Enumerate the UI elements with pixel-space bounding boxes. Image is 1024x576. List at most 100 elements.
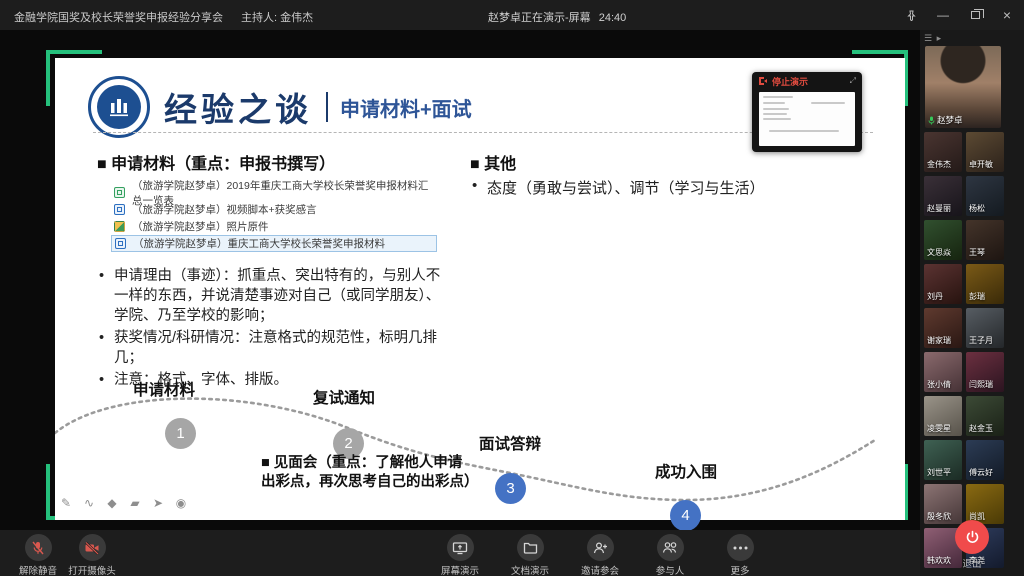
share-preview-thumbnail: [759, 92, 855, 146]
participant-name: 傅云好: [969, 467, 993, 478]
participant-name: 文思焱: [927, 247, 951, 258]
slide-header: 经验之谈 申请材料+面试: [88, 76, 472, 138]
participant-name: 王子月: [969, 335, 993, 346]
mic-off-icon: [25, 534, 52, 561]
stop-share-icon: [758, 76, 768, 86]
participant-video-tile[interactable]: 王琴: [966, 220, 1004, 260]
toolbar-button-label: 参与人: [656, 563, 685, 576]
participant-video-tile[interactable]: 杨松: [966, 176, 1004, 216]
file-list: （旅游学院赵梦卓）2019年重庆工商大学校长荣誉奖申报材料汇总一览表（旅游学院赵…: [111, 184, 437, 252]
toolbar-button-label: 邀请参会: [581, 563, 619, 576]
leave-meeting-button[interactable]: [955, 520, 989, 554]
stop-share-button[interactable]: 停止演示: [772, 75, 808, 88]
toolbar-button-label: 打开摄像头: [68, 563, 116, 576]
file-list-item[interactable]: （旅游学院赵梦卓）照片原件: [111, 218, 437, 235]
restore-button[interactable]: [966, 6, 984, 24]
participant-video-tile[interactable]: 王子月: [966, 308, 1004, 348]
file-name: （旅游学院赵梦卓）视频脚本+获奖感言: [132, 202, 317, 217]
timeline-step-label: 面试答辩: [479, 432, 541, 454]
layout-toggle-icon[interactable]: ☰ ▸: [924, 33, 942, 44]
doc-share-button[interactable]: 文档演示: [498, 534, 562, 576]
leave-meeting-label: 退出: [920, 556, 1024, 570]
toolbar-button-label: 屏幕演示: [441, 563, 479, 576]
participant-video-tile[interactable]: 殷冬欣: [924, 484, 962, 524]
section-heading: ■ 其他: [470, 150, 870, 174]
cursor-icon[interactable]: ➤: [151, 496, 165, 510]
participant-video-tile[interactable]: 赵金玉: [966, 396, 1004, 436]
participant-video-tile[interactable]: 彭瑞: [966, 264, 1004, 304]
participant-video-tile[interactable]: 金伟杰: [924, 132, 962, 172]
presenting-control-window[interactable]: 停止演示 ⤢: [752, 72, 862, 152]
meeting-title: 金融学院国奖及校长荣誉奖申报经验分享会: [14, 9, 223, 25]
more-icon: [727, 534, 754, 561]
screen-share-button[interactable]: 屏幕演示: [428, 534, 492, 576]
meeting-app-window: 金融学院国奖及校长荣誉奖申报经验分享会 主持人: 金伟杰 赵梦卓正在演示-屏幕 …: [0, 0, 1024, 576]
participant-name: 刘世平: [927, 467, 951, 478]
invite-button[interactable]: 邀请参会: [568, 534, 632, 576]
participant-name: 金伟杰: [927, 159, 951, 170]
participant-name: 张小倩: [927, 379, 951, 390]
participants-button[interactable]: 参与人: [638, 534, 702, 576]
expand-icon[interactable]: ⤢: [850, 76, 856, 86]
participant-name: 谢家瑞: [927, 335, 951, 346]
meeting-note: ■ 见面会（重点：了解他人申请出彩点，再次思考自己的出彩点）: [261, 454, 475, 492]
presenter-video-tile[interactable]: 赵梦卓: [925, 46, 1001, 128]
presentation-slide: 经验之谈 申请材料+面试 ■ 申请材料（重点：申报书撰写） （旅游学院赵梦卓）2…: [55, 58, 905, 520]
participant-video-tile[interactable]: 卓开敏: [966, 132, 1004, 172]
curve-icon[interactable]: ∿: [82, 496, 96, 510]
other-section: ■ 其他 态度（勇敢与尝试）、调节（学习与生活）: [470, 150, 870, 198]
file-list-item[interactable]: （旅游学院赵梦卓）2019年重庆工商大学校长荣誉奖申报材料汇总一览表: [111, 184, 437, 201]
timeline-step-label: 成功入围: [655, 460, 717, 482]
camera-off-button[interactable]: 打开摄像头: [68, 534, 116, 576]
presenter-name: 赵梦卓: [937, 114, 963, 126]
participant-video-tile[interactable]: 赵曼丽: [924, 176, 962, 216]
doc-share-icon: [517, 534, 544, 561]
slide-title: 经验之谈: [164, 83, 312, 131]
minimize-button[interactable]: —: [934, 6, 952, 24]
participant-name: 彭瑞: [969, 291, 985, 302]
pin-icon[interactable]: [902, 6, 920, 24]
laser-pointer-icon[interactable]: ◉: [174, 496, 188, 510]
participant-video-tile[interactable]: 闫熙瑞: [966, 352, 1004, 392]
participant-name: 赵金玉: [969, 423, 993, 434]
meeting-timer: 24:40: [599, 12, 627, 24]
timeline-step-circle: 4: [670, 500, 701, 531]
participant-video-tile[interactable]: 文思焱: [924, 220, 962, 260]
participant-video-tile[interactable]: 谢家瑞: [924, 308, 962, 348]
participant-video-tile[interactable]: 刘世平: [924, 440, 962, 480]
excel-file-icon: [114, 187, 125, 198]
close-button[interactable]: ×: [998, 6, 1016, 24]
toolbar-button-label: 解除静音: [19, 563, 57, 576]
participant-name: 杨松: [969, 203, 985, 214]
participant-name: 赵曼丽: [927, 203, 951, 214]
word-file-icon: [114, 204, 125, 215]
word-file-icon: [115, 238, 126, 249]
mic-on-icon: [928, 116, 935, 125]
file-name: （旅游学院赵梦卓）重庆工商大学校长荣誉奖申报材料: [133, 236, 385, 251]
bullet-item: 态度（勇敢与尝试）、调节（学习与生活）: [470, 177, 870, 198]
eraser-icon[interactable]: ▰: [128, 496, 142, 510]
more-button[interactable]: 更多: [708, 534, 772, 576]
participant-video-tile[interactable]: 张小倩: [924, 352, 962, 392]
slide-subtitle: 申请材料+面试: [340, 93, 472, 122]
top-bar: 金融学院国奖及校长荣誉奖申报经验分享会 主持人: 金伟杰 赵梦卓正在演示-屏幕 …: [0, 0, 1024, 30]
screen-share-icon: [447, 534, 474, 561]
file-list-item[interactable]: （旅游学院赵梦卓）重庆工商大学校长荣誉奖申报材料: [111, 235, 437, 252]
participant-video-tile[interactable]: 傅云好: [966, 440, 1004, 480]
timeline-step-circle: 3: [495, 473, 526, 504]
participant-video-tile[interactable]: 刘丹: [924, 264, 962, 304]
pen-icon[interactable]: ✎: [59, 496, 73, 510]
invite-icon: [587, 534, 614, 561]
presenting-status: 赵梦卓正在演示-屏幕: [488, 12, 591, 24]
bullet-item: 申请理由（事迹）：抓重点、突出特有的，与别人不一样的东西，并说清楚事迹对自己（或…: [97, 266, 442, 326]
participant-name: 凌雯星: [927, 423, 951, 434]
shape-icon[interactable]: ◆: [105, 496, 119, 510]
host-label: 主持人: 金伟杰: [241, 9, 313, 25]
file-name: （旅游学院赵梦卓）照片原件: [132, 219, 269, 234]
participant-video-tile[interactable]: 尚凯: [966, 484, 1004, 524]
title-divider: [326, 92, 328, 122]
participant-name: 卓开敏: [969, 159, 993, 170]
participant-video-tile[interactable]: 凌雯星: [924, 396, 962, 436]
mic-off-button[interactable]: 解除静音: [14, 534, 62, 576]
participant-grid: 金伟杰 卓开敏赵曼丽 杨松文思焱 王琴刘丹彭瑞谢家瑞 王子月张小倩 闫熙瑞凌雯星 赵金玉刘世…: [924, 132, 1020, 568]
